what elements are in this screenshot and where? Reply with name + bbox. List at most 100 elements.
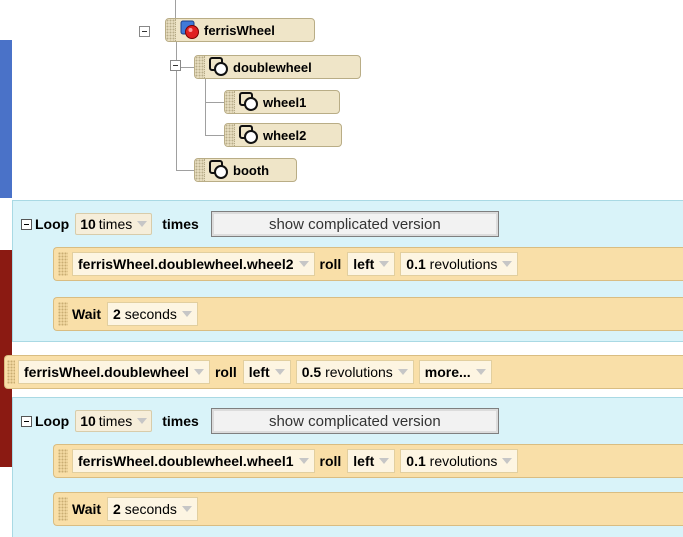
dropdown-arrow-icon <box>274 369 285 375</box>
drag-grip[interactable] <box>58 252 68 276</box>
loop-count-value: 10 <box>80 216 96 232</box>
tree-line <box>205 102 225 103</box>
loop-keyword: Loop <box>35 216 70 232</box>
tree-node-wheel2[interactable]: wheel2 <box>224 123 342 147</box>
loop-header: Loop 10 times times show complicated ver… <box>21 408 499 434</box>
amount-unit: revolutions <box>429 256 498 272</box>
dropdown-arrow-icon <box>502 261 513 267</box>
ferris-object-icon <box>179 20 201 40</box>
amount-value: 0.5 <box>301 364 322 380</box>
dropdown-arrow-icon <box>193 369 204 375</box>
dropdown-arrow-icon <box>379 261 390 267</box>
wait-statement[interactable]: Wait 2 seconds <box>53 297 683 331</box>
more-dropdown[interactable]: more... <box>418 360 492 384</box>
wait-duration-dropdown[interactable]: 2 seconds <box>107 302 198 326</box>
dropdown-arrow-icon <box>502 458 513 464</box>
amount-dropdown[interactable]: 0.1 revolutions <box>400 449 519 473</box>
loop-count-unit: times <box>98 216 133 232</box>
drag-grip[interactable] <box>58 497 68 521</box>
drag-grip[interactable] <box>166 19 176 41</box>
tree-node-wheel1[interactable]: wheel1 <box>224 90 340 114</box>
composite-object-icon <box>238 125 260 145</box>
loop-count-value: 10 <box>80 413 96 429</box>
dropdown-arrow-icon <box>137 418 148 424</box>
amount-dropdown[interactable]: 0.1 revolutions <box>400 252 519 276</box>
tree-line <box>205 78 206 135</box>
tree-node-label: wheel1 <box>263 94 307 110</box>
loop-count-dropdown[interactable]: 10 times <box>75 410 153 432</box>
tree-node-booth[interactable]: booth <box>194 158 297 182</box>
tree-node-label: wheel2 <box>263 127 307 143</box>
dropdown-arrow-icon <box>379 458 390 464</box>
duration-unit: seconds <box>124 306 177 322</box>
expand-toggle-doublewheel[interactable] <box>170 60 181 71</box>
duration-value: 2 <box>113 501 121 517</box>
tree-node-ferriswheel[interactable]: ferrisWheel <box>165 18 315 42</box>
collapse-toggle[interactable] <box>21 218 32 230</box>
amount-unit: revolutions <box>429 453 498 469</box>
roll-statement[interactable]: ferrisWheel.doublewheel.wheel1 roll left… <box>53 444 683 478</box>
tree-node-doublewheel[interactable]: doublewheel <box>194 55 361 79</box>
method-name: roll <box>214 364 237 380</box>
direction-dropdown[interactable]: left <box>347 449 396 473</box>
direction-value: left <box>248 364 270 380</box>
dropdown-arrow-icon <box>298 458 309 464</box>
dropdown-arrow-icon <box>475 369 486 375</box>
drag-grip[interactable] <box>195 159 205 181</box>
wait-keyword: Wait <box>72 306 102 322</box>
dropdown-arrow-icon <box>137 221 148 227</box>
tree-line <box>176 170 196 171</box>
loop-block[interactable]: Loop 10 times times show complicated ver… <box>12 200 683 342</box>
direction-dropdown[interactable]: left <box>347 252 396 276</box>
amount-dropdown[interactable]: 0.5 revolutions <box>295 360 414 384</box>
object-dropdown[interactable]: ferrisWheel.doublewheel <box>18 360 210 384</box>
drag-grip[interactable] <box>225 124 235 146</box>
composite-object-icon <box>238 92 260 112</box>
times-label: times <box>162 413 199 429</box>
collapse-toggle[interactable] <box>21 415 32 427</box>
object-dropdown[interactable]: ferrisWheel.doublewheel.wheel2 <box>72 252 315 276</box>
drag-grip[interactable] <box>7 360 15 384</box>
wait-statement[interactable]: Wait 2 seconds <box>53 492 683 526</box>
drag-grip[interactable] <box>225 91 235 113</box>
loop-count-dropdown[interactable]: 10 times <box>75 213 153 235</box>
amount-value: 0.1 <box>406 453 426 469</box>
drag-grip[interactable] <box>58 449 68 473</box>
composite-object-icon <box>208 57 230 77</box>
method-name: roll <box>319 256 342 272</box>
dropdown-arrow-icon <box>181 311 192 317</box>
show-complicated-version-button[interactable]: show complicated version <box>210 408 499 434</box>
tree-node-label: booth <box>233 162 270 178</box>
more-label: more... <box>424 364 471 380</box>
expand-toggle-ferriswheel[interactable] <box>139 26 150 37</box>
direction-value: left <box>353 453 375 469</box>
dropdown-arrow-icon <box>397 369 408 375</box>
show-complicated-version-button[interactable]: show complicated version <box>210 211 499 237</box>
loop-block[interactable]: Loop 10 times times show complicated ver… <box>12 397 683 537</box>
wait-keyword: Wait <box>72 501 102 517</box>
direction-dropdown[interactable]: left <box>242 360 291 384</box>
object-name: ferrisWheel.doublewheel.wheel2 <box>78 256 294 272</box>
method-name: roll <box>319 453 342 469</box>
loop-keyword: Loop <box>35 413 70 429</box>
drag-grip[interactable] <box>195 56 205 78</box>
tree-node-label: doublewheel <box>233 59 312 75</box>
object-tree: ferrisWheel doublewheel wheel1 wheel2 bo… <box>0 0 683 200</box>
loop-header: Loop 10 times times show complicated ver… <box>21 211 499 237</box>
direction-value: left <box>353 256 375 272</box>
wait-duration-dropdown[interactable]: 2 seconds <box>107 497 198 521</box>
drag-grip[interactable] <box>58 302 68 326</box>
object-name: ferrisWheel.doublewheel <box>24 364 189 380</box>
roll-statement[interactable]: ferrisWheel.doublewheel roll left 0.5 re… <box>4 355 683 389</box>
loop-count-unit: times <box>98 413 133 429</box>
tree-line <box>176 38 177 170</box>
dropdown-arrow-icon <box>181 506 192 512</box>
tree-line <box>205 135 225 136</box>
duration-unit: seconds <box>124 501 177 517</box>
code-editor: Loop 10 times times show complicated ver… <box>4 200 683 537</box>
amount-unit: revolutions <box>325 364 393 380</box>
object-dropdown[interactable]: ferrisWheel.doublewheel.wheel1 <box>72 449 315 473</box>
amount-value: 0.1 <box>406 256 426 272</box>
roll-statement[interactable]: ferrisWheel.doublewheel.wheel2 roll left… <box>53 247 683 281</box>
times-label: times <box>162 216 199 232</box>
